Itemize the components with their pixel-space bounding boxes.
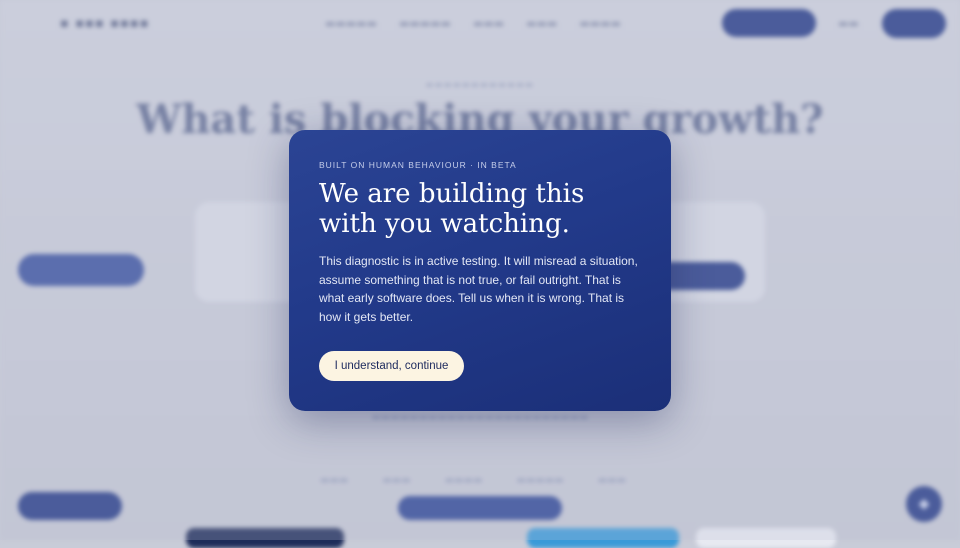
modal-eyebrow: BUILT ON HUMAN BEHAVIOUR · IN BETA [319, 160, 517, 170]
modal-body-text: This diagnostic is in active testing. It… [319, 254, 638, 324]
understand-continue-button[interactable]: I understand, continue [319, 351, 464, 381]
beta-disclaimer-modal: BUILT ON HUMAN BEHAVIOUR · IN BETA We ar… [289, 130, 671, 411]
modal-title: We are building this with you watching. [319, 179, 585, 239]
